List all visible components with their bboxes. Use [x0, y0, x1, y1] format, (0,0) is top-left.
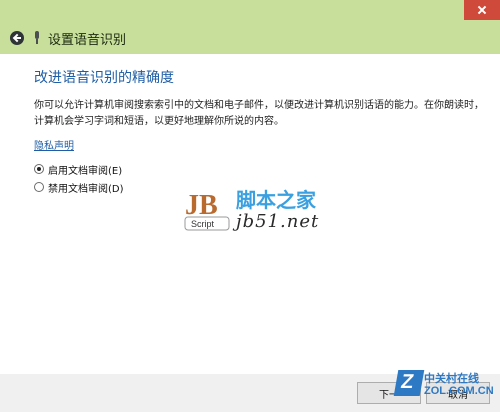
page-description: 你可以允许计算机审阅搜索索引中的文档和电子邮件，以便改进计算机识别话语的能力。在…: [34, 100, 484, 127]
radio-button-selected[interactable]: [34, 164, 44, 174]
radio-label: 启用文档审阅(E): [48, 165, 123, 177]
microphone-icon: [34, 31, 40, 45]
zol-cn-text: 中关村在线: [424, 372, 479, 385]
header-title: 设置语音识别: [48, 33, 127, 48]
watermark-url: jb51.net: [236, 211, 320, 232]
close-button[interactable]: [464, 0, 500, 20]
wizard-content: 改进语音识别的精确度 你可以允许计算机审阅搜索索引中的文档和电子邮件，以便改进计…: [0, 54, 500, 374]
title-bar[interactable]: [0, 0, 500, 22]
svg-text:Script: Script: [191, 219, 215, 229]
settings-window: 设置语音识别 改进语音识别的精确度 你可以允许计算机审阅搜索索引中的文档和电子邮…: [0, 0, 500, 412]
zol-en-text: ZOL.COM.CN: [424, 385, 494, 397]
wizard-header: 设置语音识别: [0, 22, 500, 54]
radio-disable-review[interactable]: 禁用文档审阅(D): [34, 180, 124, 195]
zol-logo-icon: [393, 370, 425, 396]
jb51-logo-icon: JB Script: [183, 184, 231, 232]
privacy-statement-link[interactable]: 隐私声明: [34, 137, 74, 152]
zol-watermark: 中关村在线 ZOL.COM.CN: [393, 368, 500, 412]
radio-button-unselected[interactable]: [34, 182, 44, 192]
page-heading: 改进语音识别的精确度: [34, 70, 174, 86]
watermark-site-name: 脚本之家: [236, 188, 316, 212]
radio-enable-review[interactable]: 启用文档审阅(E): [34, 162, 123, 177]
svg-text:JB: JB: [185, 190, 218, 221]
back-arrow-icon[interactable]: [10, 31, 24, 45]
radio-label: 禁用文档审阅(D): [48, 183, 124, 195]
